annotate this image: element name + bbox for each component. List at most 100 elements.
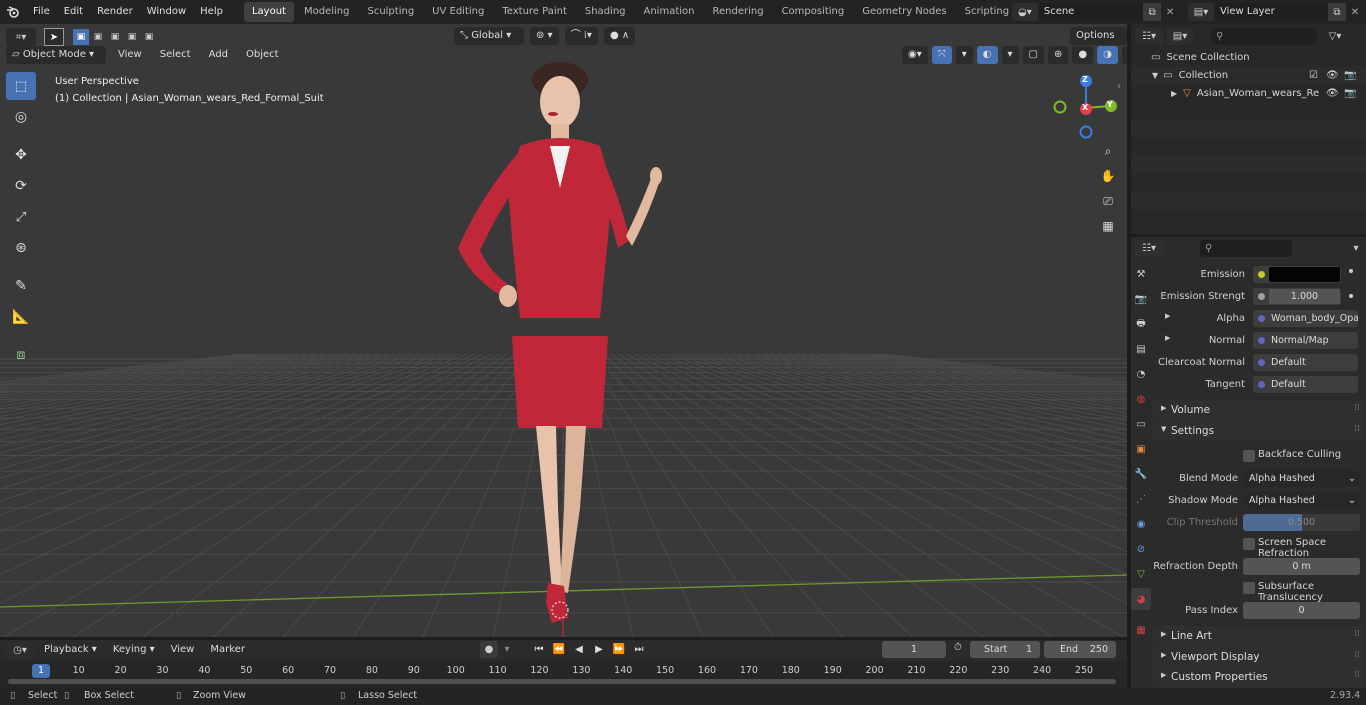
tab-uv-editing[interactable]: UV Editing xyxy=(424,2,492,22)
tab-output-icon[interactable]: 🖶 xyxy=(1131,313,1151,335)
collection-label[interactable]: Collection xyxy=(1179,70,1228,81)
tab-rendering[interactable]: Rendering xyxy=(704,2,771,22)
menu-edit[interactable]: Edit xyxy=(57,0,90,24)
object-expand-icon[interactable]: ▶ xyxy=(1171,89,1177,98)
select-mode-subtract-icon[interactable]: ▣ xyxy=(107,29,123,45)
overlays-dropdown[interactable]: ▾ xyxy=(1001,46,1019,64)
new-scene-icon[interactable]: ⧉ xyxy=(1143,3,1162,21)
preview-range-icon[interactable]: ⏱ xyxy=(954,642,962,653)
refraction-depth-field[interactable]: 0 m xyxy=(1243,558,1360,575)
3d-viewport[interactable]: ⌗▾ ➤ ▣ ▣ ▣ ▣ ▣ ⤡ Global ▾ ⊚ ▾ ⌒ ⁞▾ ● ∧ O… xyxy=(0,24,1127,637)
camera-view-icon[interactable]: ⎚ xyxy=(1097,190,1119,212)
shading-material-icon[interactable]: ◑ xyxy=(1097,46,1118,64)
settings-panel-header[interactable]: ▼ Settings ⁞⁞ xyxy=(1153,421,1364,441)
current-frame-field[interactable]: 1 xyxy=(882,641,946,658)
tab-modeling[interactable]: Modeling xyxy=(296,2,358,22)
line-art-panel-header[interactable]: ▶ Line Art ⁞⁞ xyxy=(1153,626,1364,646)
shading-solid-icon[interactable]: ● xyxy=(1072,46,1094,64)
jump-keyframe-back-icon[interactable]: ⏪ xyxy=(550,641,568,658)
view-layer-icon[interactable]: ▤▾ xyxy=(1188,3,1214,21)
start-frame-field[interactable]: Start 1 xyxy=(970,641,1040,658)
select-mode-intersect-icon[interactable]: ▣ xyxy=(141,29,157,45)
play-reverse-icon[interactable]: ◀ xyxy=(570,641,588,658)
tab-geometry-nodes[interactable]: Geometry Nodes xyxy=(854,2,954,22)
view-layer-field[interactable]: View Layer xyxy=(1214,3,1328,21)
pass-index-field[interactable]: 0 xyxy=(1243,602,1360,619)
select-mode-extend-icon[interactable]: ▣ xyxy=(90,29,106,45)
tool-annotate[interactable]: ✎ xyxy=(6,272,36,300)
menu-render[interactable]: Render xyxy=(90,0,140,24)
viewport-menu-view[interactable]: View xyxy=(112,46,148,64)
tab-particles-icon[interactable]: ⋰ xyxy=(1131,488,1151,510)
timeline-menu-marker[interactable]: Marker xyxy=(204,641,251,659)
tab-collection-icon[interactable]: ▭ xyxy=(1131,413,1151,435)
transform-orientation-dropdown[interactable]: ⤡ Global ▾ xyxy=(454,27,524,45)
editor-type-icon[interactable]: ⌗▾ xyxy=(6,28,36,46)
collection-expand-icon[interactable]: ▼ xyxy=(1152,71,1158,80)
alpha-link-field[interactable]: Woman_body_Opac... xyxy=(1253,310,1358,327)
end-frame-field[interactable]: End 250 xyxy=(1044,641,1116,658)
emission-strength-keyframe-dot[interactable] xyxy=(1349,294,1353,298)
collection-render-icon[interactable]: 📷 xyxy=(1344,70,1356,81)
tool-rotate[interactable]: ⟳ xyxy=(6,172,36,200)
tab-render-icon[interactable]: 📷 xyxy=(1131,288,1151,310)
object-visibility-icon[interactable]: 👁 xyxy=(1326,88,1339,99)
xray-toggle[interactable]: ▢ xyxy=(1022,46,1044,64)
collection-include-checkbox[interactable]: ☑ xyxy=(1309,70,1318,81)
tab-texture-icon[interactable]: ▦ xyxy=(1131,619,1151,641)
tab-scripting[interactable]: Scripting xyxy=(957,2,1017,22)
tab-tool-icon[interactable]: ⚒ xyxy=(1131,263,1151,285)
scene-icon[interactable]: ◒▾ xyxy=(1012,3,1038,21)
overlays-toggle[interactable]: ◐ xyxy=(976,46,998,64)
tab-layout[interactable]: Layout xyxy=(243,2,294,22)
subsurface-translucency-checkbox[interactable] xyxy=(1243,582,1255,594)
timeline-editor-type-icon[interactable]: ◷▾ xyxy=(6,641,34,659)
scene-name-field[interactable]: Scene xyxy=(1037,3,1144,21)
frame-ruler[interactable]: 1 10 20 30 40 50 60 70 80 90 100 110 120 130 140 150 160… xyxy=(0,661,1127,688)
tab-object-icon[interactable]: ▣ xyxy=(1131,438,1151,460)
play-icon[interactable]: ▶ xyxy=(590,641,608,658)
select-mode-invert-icon[interactable]: ▣ xyxy=(124,29,140,45)
emission-strength-field[interactable]: 1.000 xyxy=(1253,288,1341,305)
tool-measure[interactable]: 📐 xyxy=(6,303,36,331)
emission-color-field[interactable] xyxy=(1253,266,1341,283)
normal-link-field[interactable]: Normal/Map xyxy=(1253,332,1358,349)
blender-logo-icon[interactable] xyxy=(0,0,26,24)
shadow-mode-dropdown[interactable]: Alpha Hashed ⌄ xyxy=(1243,492,1360,509)
collection-visibility-icon[interactable]: 👁 xyxy=(1326,70,1339,81)
tab-material-icon[interactable]: ◕ xyxy=(1131,588,1151,610)
perspective-toggle-icon[interactable]: ▦ xyxy=(1097,215,1119,237)
object-render-icon[interactable]: 📷 xyxy=(1344,88,1356,99)
delete-view-layer-icon[interactable]: ✕ xyxy=(1346,3,1364,21)
tab-shading[interactable]: Shading xyxy=(577,2,634,22)
mode-dropdown[interactable]: ▱ Object Mode ▾ xyxy=(6,46,106,64)
emission-keyframe-dot[interactable] xyxy=(1349,269,1353,273)
line-art-drag-handle-icon[interactable]: ⁞⁞ xyxy=(1354,629,1360,639)
backface-culling-checkbox[interactable] xyxy=(1243,450,1255,462)
select-mode-new-icon[interactable]: ▣ xyxy=(73,29,89,45)
volume-panel-header[interactable]: ▶ Volume ⁞⁞ xyxy=(1153,400,1364,420)
properties-editor-type-icon[interactable]: ☷▾ xyxy=(1135,239,1163,257)
tab-animation[interactable]: Animation xyxy=(636,2,703,22)
properties-search-input[interactable]: ⚲ xyxy=(1200,239,1292,257)
zoom-view-icon[interactable]: ⌕ xyxy=(1097,140,1119,162)
tab-texture-paint[interactable]: Texture Paint xyxy=(494,2,575,22)
shading-wireframe-icon[interactable]: ⊕ xyxy=(1048,46,1069,64)
character-model[interactable] xyxy=(440,58,680,637)
volume-drag-handle-icon[interactable]: ⁞⁞ xyxy=(1354,403,1360,413)
sidebar-toggle-icon[interactable]: ‹ xyxy=(1117,81,1121,92)
filter-icon[interactable]: ▽▾ xyxy=(1321,28,1349,45)
custom-properties-panel-header[interactable]: ▶ Custom Properties ⁞⁞ xyxy=(1153,667,1364,687)
tool-add-cube[interactable]: ⧈ xyxy=(6,341,36,369)
outliner-search-input[interactable]: ⚲ xyxy=(1211,27,1317,45)
tab-scene-icon[interactable]: ◔ xyxy=(1131,363,1151,385)
menu-help[interactable]: Help xyxy=(193,0,230,24)
select-tool-icon[interactable]: ➤ xyxy=(44,28,64,46)
viewport-menu-add[interactable]: Add xyxy=(203,46,234,64)
jump-keyframe-forward-icon[interactable]: ⏩ xyxy=(610,641,628,658)
timeline-menu-playback[interactable]: Playback ▾ xyxy=(38,641,103,659)
outliner-editor-type-icon[interactable]: ☷▾ xyxy=(1135,27,1163,45)
snap-toggle[interactable]: ⌒ ⁞▾ xyxy=(564,27,598,45)
tab-world-icon[interactable]: ◍ xyxy=(1131,388,1151,410)
tab-data-icon[interactable]: ▽ xyxy=(1131,563,1151,585)
